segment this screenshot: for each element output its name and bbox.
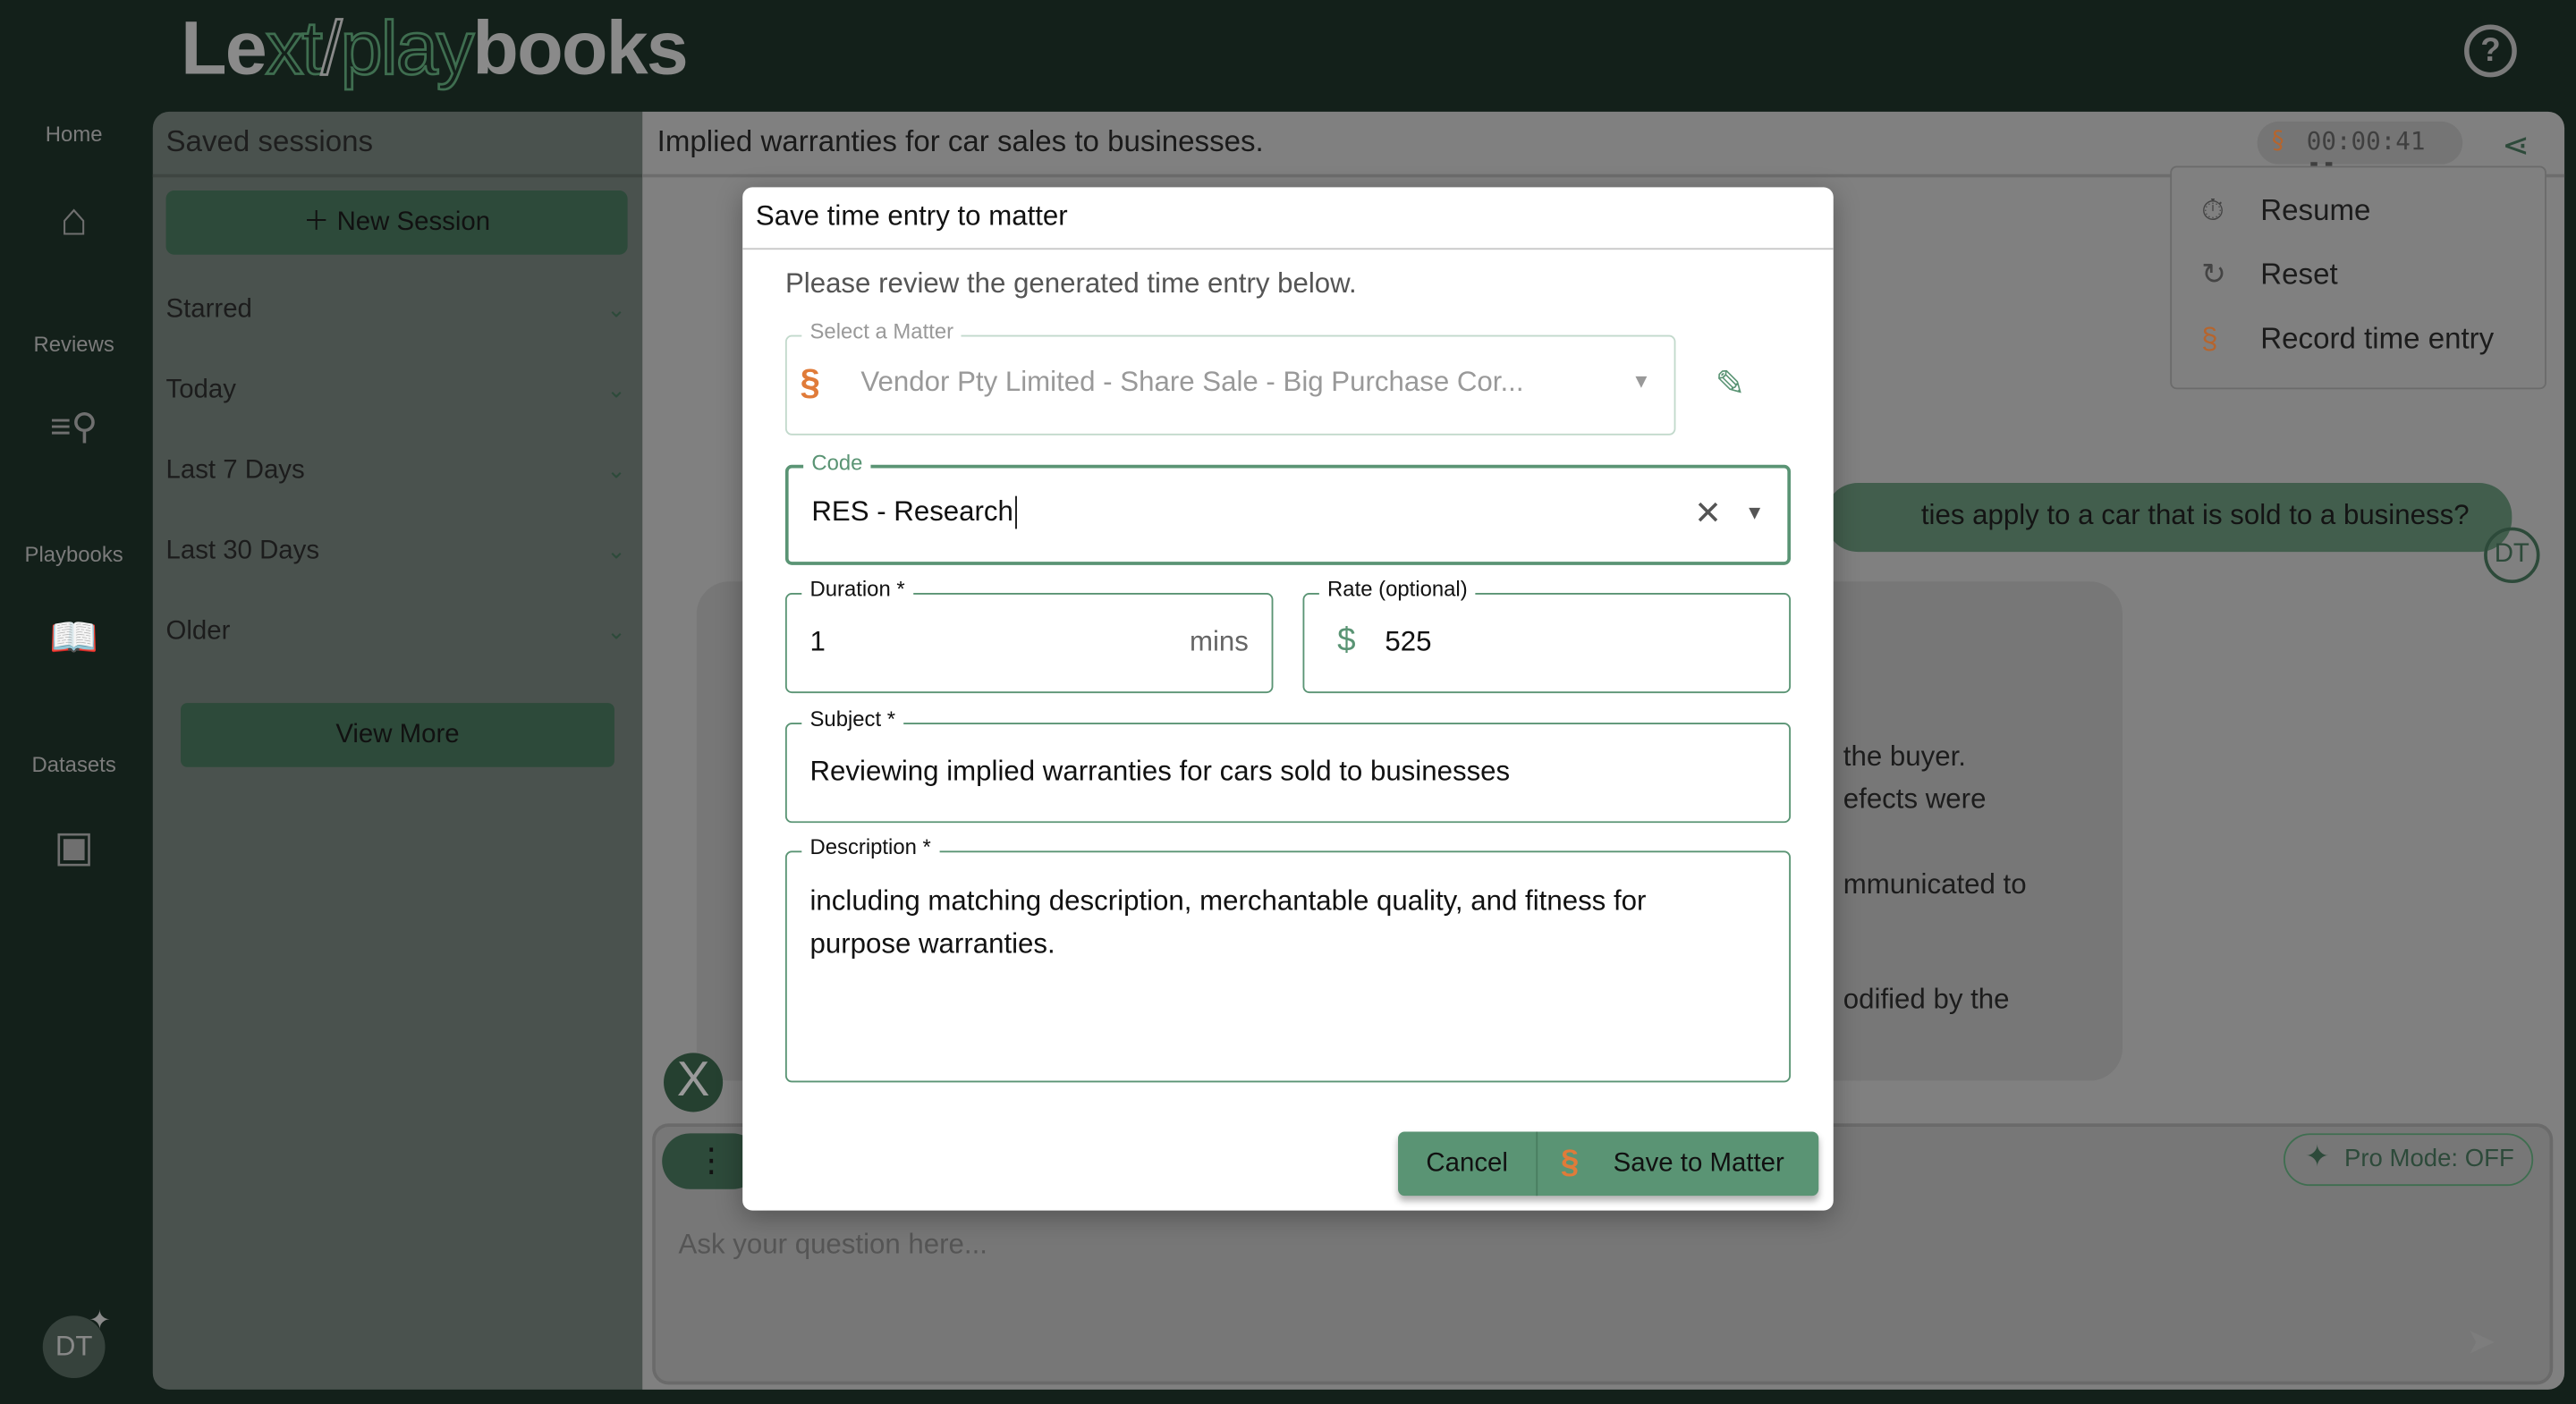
archive-icon[interactable]: ▣ <box>41 821 106 876</box>
group-older[interactable]: Older ⌄ <box>166 618 626 647</box>
nav-playbooks-label[interactable]: Playbooks <box>0 542 148 567</box>
duration-label: Duration * <box>801 576 913 602</box>
chevron-down-icon: ⌄ <box>606 537 626 563</box>
chevron-down-icon: ⌄ <box>606 376 626 402</box>
help-icon[interactable]: ? <box>2464 24 2517 78</box>
code-select[interactable]: Code RES - Research ✕ ▼ <box>784 450 1792 565</box>
save-to-matter-button[interactable]: § Save to Matter <box>1538 1131 1818 1196</box>
response-text: mmunicated to <box>1843 868 2027 901</box>
send-icon[interactable]: ➤ <box>2466 1321 2496 1364</box>
description-field[interactable]: Description * including matching descrip… <box>784 834 1792 1083</box>
smokeball-icon: § <box>2201 321 2218 355</box>
view-more-button[interactable]: View More <box>181 703 614 767</box>
dropdown-arrow-icon: ▼ <box>1631 369 1651 393</box>
assistant-logo-icon: X <box>664 1053 724 1112</box>
smokeball-icon: § <box>1560 1145 1580 1181</box>
group-last-30-days[interactable]: Last 30 Days ⌄ <box>166 537 626 567</box>
matter-label: Select a Matter <box>801 318 962 343</box>
duration-unit: mins <box>1189 625 1249 657</box>
sparkle-icon: ✦ <box>89 1307 111 1336</box>
menu-item-record-time-entry[interactable]: § Record time entry <box>2201 322 2494 357</box>
duration-value: 1 <box>809 625 826 657</box>
home-icon[interactable]: ⌂ <box>41 194 106 250</box>
subject-label: Subject * <box>801 706 904 732</box>
dollar-icon: $ <box>1337 622 1356 659</box>
timer-button[interactable]: §00:00:41 ❚❚ <box>2257 121 2463 186</box>
chevron-down-icon: ⌄ <box>606 456 626 483</box>
cancel-button[interactable]: Cancel <box>1398 1131 1538 1197</box>
menu-item-reset[interactable]: ↻ Reset <box>2201 258 2338 292</box>
search-list-icon[interactable]: ≡⚲ <box>41 406 106 461</box>
chevron-down-icon: ⌄ <box>606 617 626 644</box>
sessions-title: Saved sessions <box>152 112 643 178</box>
dropdown-arrow-icon: ▼ <box>1744 501 1765 524</box>
response-text: efects were <box>1843 783 1987 816</box>
response-text: the buyer. <box>1843 740 1966 773</box>
clear-icon: ✕ <box>1694 495 1722 533</box>
chevron-down-icon: ⌄ <box>606 295 626 322</box>
description-label: Description * <box>801 834 940 859</box>
nav-datasets-label[interactable]: Datasets <box>0 752 148 777</box>
save-time-entry-dialog: Save time entry to matter Please review … <box>742 187 1834 1211</box>
new-session-label: New Session <box>336 208 491 237</box>
rate-value: 525 <box>1385 625 1432 657</box>
question-input[interactable]: Ask your question here... <box>679 1229 987 1262</box>
edit-pencil-icon[interactable]: ✎ <box>1716 363 1746 406</box>
timer-menu: ⏱ Resume ↻ Reset § Record time entry <box>2170 165 2546 390</box>
nav-home-label[interactable]: Home <box>0 122 148 147</box>
rate-label: Rate (optional) <box>1318 576 1476 602</box>
response-text: odified by the <box>1843 984 2010 1016</box>
nav-reviews-label[interactable]: Reviews <box>0 332 148 357</box>
app-root: Lext/playbooks ? Home ⌂ Reviews ≡⚲ Playb… <box>0 0 2576 1404</box>
share-icon[interactable]: ⋖ <box>2502 125 2529 166</box>
rate-field[interactable]: Rate (optional) $ 525 <box>1302 576 1792 694</box>
reset-icon: ↻ <box>2201 258 2226 292</box>
description-value: including matching description, merchant… <box>809 884 1647 960</box>
smokeball-icon: § <box>800 361 820 402</box>
group-today[interactable]: Today ⌄ <box>166 376 626 406</box>
dialog-title: Save time entry to matter <box>742 187 1834 250</box>
duration-field[interactable]: Duration * 1 mins <box>784 576 1274 694</box>
group-starred[interactable]: Starred ⌄ <box>166 296 626 326</box>
dialog-actions: Cancel § Save to Matter <box>1398 1131 1819 1197</box>
menu-item-resume[interactable]: ⏱ Resume <box>2201 194 2370 229</box>
app-logo: Lext/playbooks <box>181 4 689 91</box>
subject-field[interactable]: Subject * Reviewing implied warranties f… <box>784 706 1792 824</box>
book-icon[interactable]: 📖 <box>41 614 106 670</box>
group-last-7-days[interactable]: Last 7 Days ⌄ <box>166 457 626 486</box>
matter-select[interactable]: Select a Matter § Vendor Pty Limited - S… <box>784 318 1676 436</box>
code-label: Code <box>803 450 871 475</box>
code-value: RES - Research <box>811 495 1017 529</box>
subject-value: Reviewing implied warranties for cars so… <box>809 755 1511 787</box>
pro-mode-toggle[interactable]: ✦ Pro Mode: OFF <box>2284 1133 2534 1187</box>
user-message-avatar: DT <box>2484 527 2540 584</box>
sessions-panel: Saved sessions ＋ New Session Starred ⌄ To… <box>152 111 643 1390</box>
smokeball-icon: § <box>2270 124 2285 155</box>
matter-value: Vendor Pty Limited - Share Sale - Big Pu… <box>860 366 1524 398</box>
new-session-button[interactable]: ＋ New Session <box>165 190 628 255</box>
user-message: ties apply to a car that is sold to a bu… <box>1825 482 2512 553</box>
stopwatch-icon: ⏱ <box>2201 193 2224 227</box>
dialog-intro: Please review the generated time entry b… <box>784 267 1357 300</box>
sparkle-icon: ✦ <box>2304 1139 2330 1173</box>
